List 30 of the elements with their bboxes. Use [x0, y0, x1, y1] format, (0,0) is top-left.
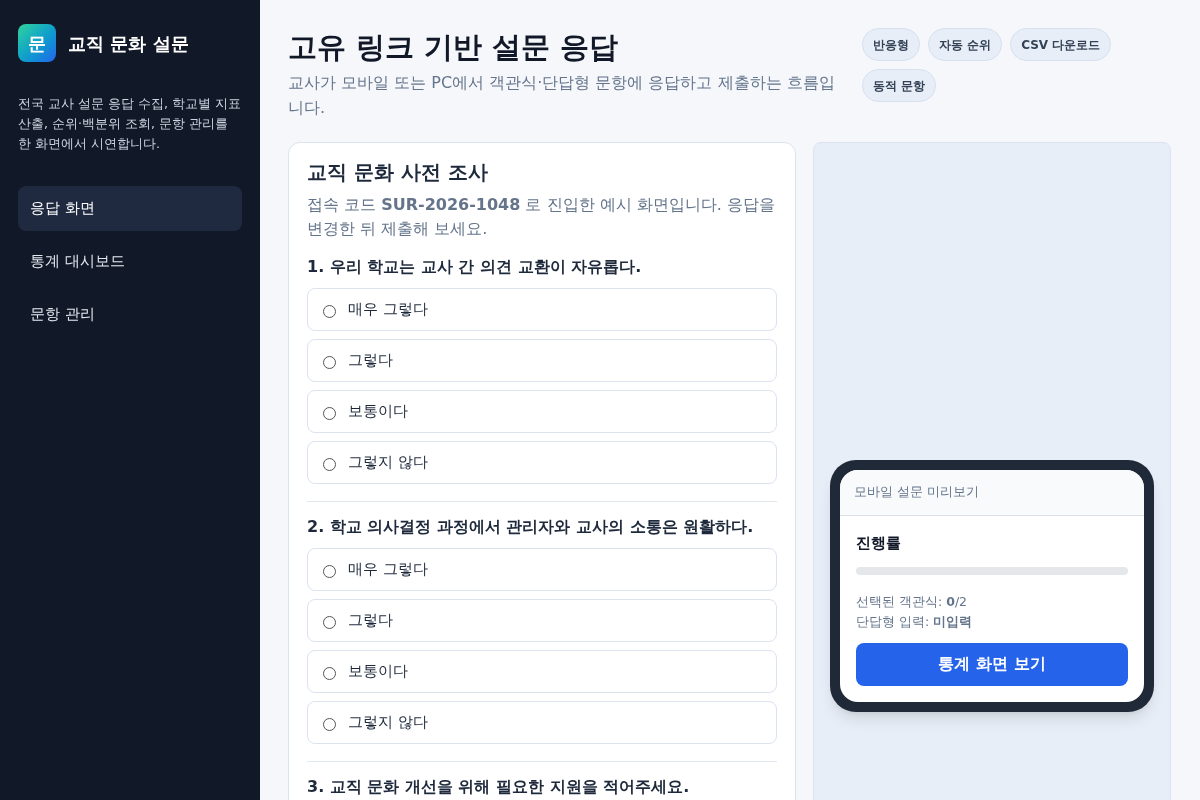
- question-title: 3. 교직 문화 개선을 위해 필요한 지원을 적어주세요.: [307, 776, 691, 798]
- preview-header: 모바일 설문 미리보기: [840, 470, 1144, 516]
- logo-icon: 문: [18, 24, 56, 62]
- view-statistics-button[interactable]: 통계 화면 보기: [856, 642, 1128, 686]
- sidebar-description: 전국 교사 설문 응답 수집, 학교별 지표 산출, 순위·백분위 조회, 문항 관리를 한 화면에서 시연합니다.: [18, 95, 242, 153]
- feature-chip: CSV 다운로드: [1010, 28, 1112, 61]
- answer-option[interactable]: 그렇지 않다: [307, 441, 777, 484]
- answer-option[interactable]: 매우 그렇다: [307, 288, 777, 331]
- nav-item[interactable]: 통계 대시보드: [18, 239, 242, 284]
- answer-option[interactable]: 보통이다: [307, 650, 777, 693]
- survey-description: 접속 코드 SUR-2026-1048 로 진입한 예시 화면입니다. 응답을 변경한 뒤 제출해 보세요.: [307, 194, 776, 240]
- answer-option[interactable]: 그렇다: [307, 599, 777, 642]
- answer-option[interactable]: 그렇지 않다: [307, 701, 777, 744]
- progress-label: 진행률: [856, 533, 902, 554]
- feature-chip: 동적 문항: [862, 69, 937, 102]
- page-title: 고유 링크 기반 설문 응답: [288, 29, 620, 66]
- answer-option[interactable]: 그렇다: [307, 339, 777, 382]
- preview-stat: 선택된 객관식: 0/2: [856, 592, 969, 611]
- question-title: 1. 우리 학교는 교사 간 의견 교환이 자유롭다.: [307, 256, 643, 278]
- page-subtitle: 교사가 모바일 또는 PC에서 객관식·단답형 문항에 응답하고 제출하는 흐름입니다.: [288, 72, 836, 119]
- nav-item[interactable]: 응답 화면: [18, 186, 242, 231]
- survey-title: 교직 문화 사전 조사: [307, 159, 489, 186]
- feature-chip: 반응형: [862, 28, 920, 61]
- app-title: 교직 문화 설문: [68, 31, 189, 56]
- preview-stat: 단답형 입력: 미입력: [856, 612, 974, 631]
- nav-item[interactable]: 문항 관리: [18, 292, 242, 337]
- answer-option[interactable]: 매우 그렇다: [307, 548, 777, 591]
- question-title: 2. 학교 의사결정 과정에서 관리자와 교사의 소통은 원활하다.: [307, 516, 755, 538]
- feature-chip: 자동 순위: [928, 28, 1003, 61]
- answer-option[interactable]: 보통이다: [307, 390, 777, 433]
